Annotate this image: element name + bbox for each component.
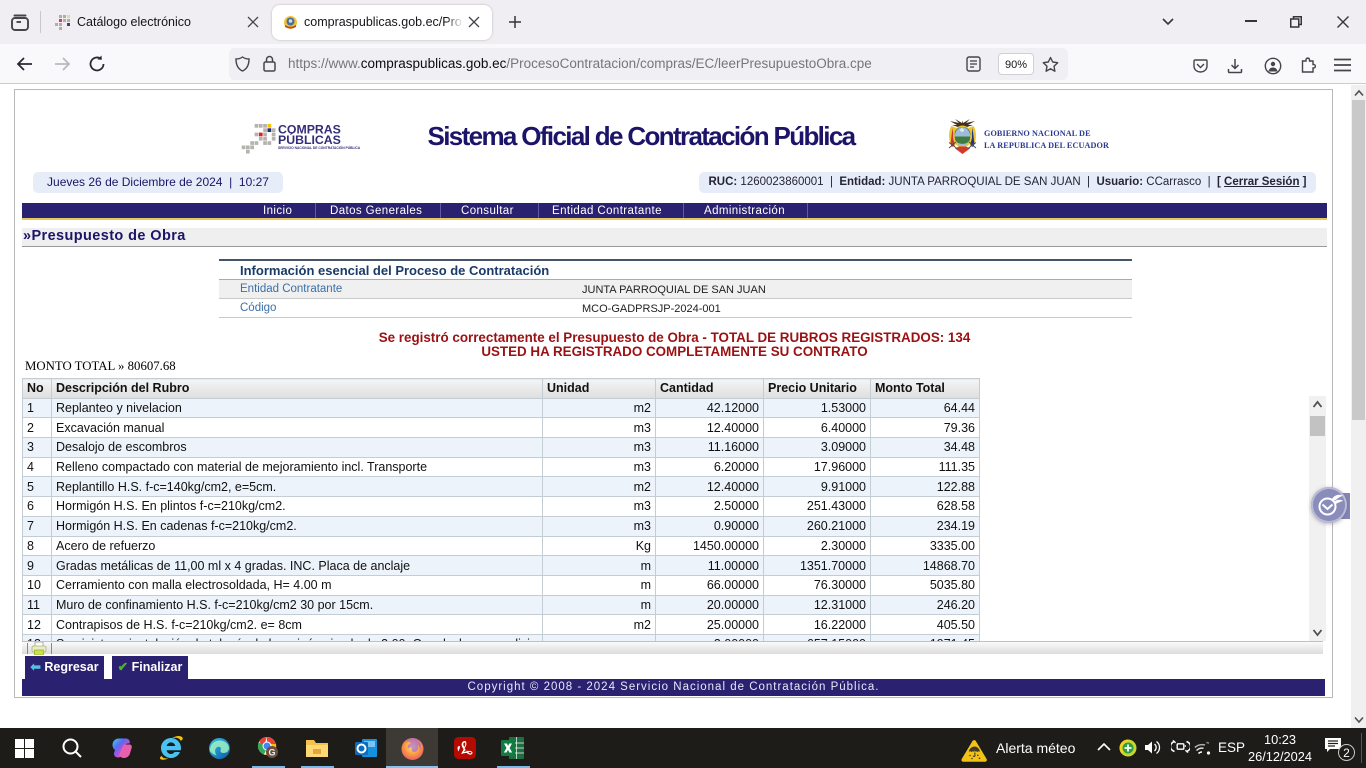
svg-text:PÚBLICAS: PÚBLICAS bbox=[278, 132, 341, 147]
svg-text:LA REPUBLICA DEL ECUADOR: LA REPUBLICA DEL ECUADOR bbox=[984, 141, 1109, 150]
svg-text:G: G bbox=[268, 748, 275, 758]
svg-text:GOBIERNO NACIONAL DE: GOBIERNO NACIONAL DE bbox=[984, 129, 1091, 138]
svg-text:SERVICIO NACIONAL DE CONTRATAC: SERVICIO NACIONAL DE CONTRATACIÓN PÚBLIC… bbox=[278, 145, 361, 150]
